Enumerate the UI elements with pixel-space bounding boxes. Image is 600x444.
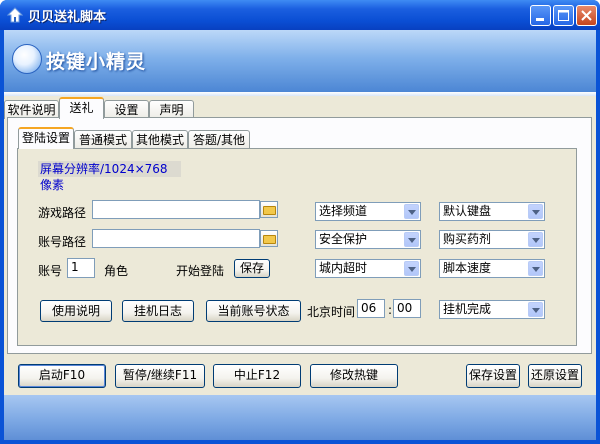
maximize-icon [558, 10, 569, 21]
game-path-browse-button[interactable] [260, 201, 278, 218]
hang-complete-select[interactable]: 挂机完成 [439, 300, 545, 319]
resolution-label: 屏幕分辨率/1024×768 像素 [38, 161, 181, 192]
window-title: 贝贝送礼脚本 [28, 10, 107, 25]
hour-input[interactable]: 06 [357, 299, 385, 318]
app-icon [7, 7, 23, 23]
game-path-input[interactable] [92, 200, 260, 219]
close-icon [581, 10, 592, 21]
hang-log-button[interactable]: 挂机日志 [122, 300, 194, 322]
minute-input[interactable]: 00 [393, 299, 421, 318]
logo-icon [12, 44, 42, 74]
timeout-select-value: 城内超时 [319, 261, 368, 275]
tab-login-settings[interactable]: 登陆设置 [18, 127, 74, 149]
pause-resume-button[interactable]: 暂停/继续F11 [115, 364, 205, 388]
login-settings-panel: 屏幕分辨率/1024×768 像素 游戏路径 账号路径 账号 1 角色 开始登陆… [17, 148, 577, 346]
chevron-down-icon[interactable] [404, 232, 419, 247]
keyboard-select-value: 默认键盘 [443, 204, 492, 218]
speed-select-value: 脚本速度 [443, 261, 492, 275]
tab-normal-mode[interactable]: 普通模式 [74, 130, 132, 149]
folder-icon [263, 235, 276, 244]
speed-select[interactable]: 脚本速度 [439, 259, 545, 278]
account-path-browse-button[interactable] [260, 230, 278, 247]
maximize-button[interactable] [553, 5, 574, 26]
start-button[interactable]: 启动F10 [18, 364, 106, 388]
security-select[interactable]: 安全保护 [315, 230, 421, 249]
potion-select-value: 购买药剂 [443, 232, 492, 246]
chevron-down-icon[interactable] [528, 302, 543, 317]
stop-button[interactable]: 中止F12 [213, 364, 301, 388]
chevron-down-icon[interactable] [528, 261, 543, 276]
potion-select[interactable]: 购买药剂 [439, 230, 545, 249]
game-path-label: 游戏路径 [38, 206, 87, 220]
client-area: 按键小精灵 软件说明 送礼 设置 声明 登陆设置 普通模式 其他模式 答题/其他… [4, 30, 596, 440]
time-separator: : [388, 303, 393, 317]
close-button[interactable] [576, 5, 597, 26]
timeout-select[interactable]: 城内超时 [315, 259, 421, 278]
title-bar[interactable]: 贝贝送礼脚本 [0, 0, 600, 30]
hang-complete-select-value: 挂机完成 [443, 302, 492, 316]
folder-icon [263, 206, 276, 215]
save-login-button[interactable]: 保存 [234, 259, 270, 278]
banner: 按键小精灵 [4, 30, 596, 92]
tab-other-mode[interactable]: 其他模式 [132, 130, 188, 149]
save-settings-button[interactable]: 保存设置 [466, 364, 520, 388]
channel-select-value: 选择频道 [319, 204, 368, 218]
modify-hotkey-button[interactable]: 修改热键 [310, 364, 398, 388]
tab-gift[interactable]: 送礼 [59, 97, 104, 119]
start-login-label: 开始登陆 [176, 264, 225, 278]
security-select-value: 安全保护 [319, 232, 368, 246]
bottom-banner [4, 395, 596, 440]
account-number-input[interactable]: 1 [67, 258, 95, 278]
banner-logo-text: 按键小精灵 [46, 51, 147, 73]
tab-quiz-other[interactable]: 答题/其他 [188, 130, 250, 149]
chevron-down-icon[interactable] [528, 204, 543, 219]
chevron-down-icon[interactable] [404, 204, 419, 219]
minimize-button[interactable] [530, 5, 551, 26]
account-path-input[interactable] [92, 229, 260, 248]
minimize-icon [536, 18, 544, 21]
account-status-button[interactable]: 当前账号状态 [206, 300, 301, 322]
role-label: 角色 [104, 264, 129, 278]
banner-divider [4, 92, 596, 96]
account-path-label: 账号路径 [38, 235, 87, 249]
channel-select[interactable]: 选择频道 [315, 202, 421, 221]
chevron-down-icon[interactable] [404, 261, 419, 276]
account-label: 账号 [38, 264, 63, 278]
chevron-down-icon[interactable] [528, 232, 543, 247]
app-window: 贝贝送礼脚本 按键小精灵 软件说明 送礼 设置 声明 登陆设置 普通模式 其他模… [0, 0, 600, 444]
usage-button[interactable]: 使用说明 [40, 300, 112, 322]
keyboard-select[interactable]: 默认键盘 [439, 202, 545, 221]
beijing-time-label: 北京时间 [307, 305, 356, 319]
restore-settings-button[interactable]: 还原设置 [528, 364, 582, 388]
